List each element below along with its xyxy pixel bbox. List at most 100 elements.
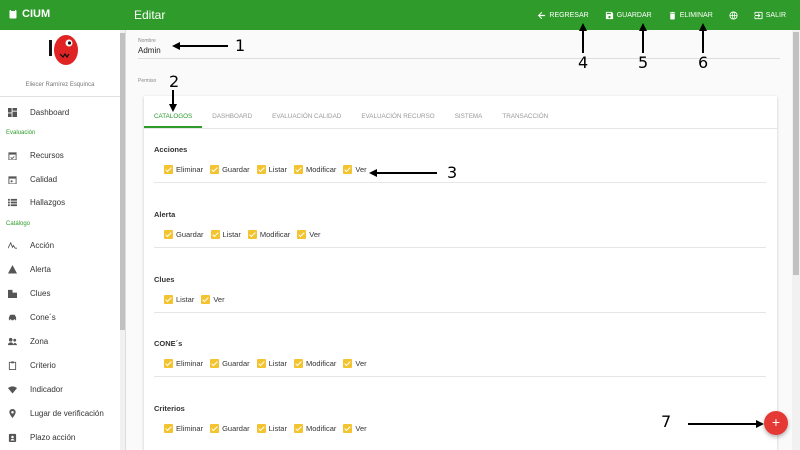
checkbox-box[interactable] <box>164 165 173 174</box>
checkbox-ver[interactable]: Ver <box>343 359 367 368</box>
checkbox-box[interactable] <box>256 359 266 368</box>
tab-evaluacion-recurso[interactable]: EVALUACIÓN RECURSO <box>351 108 444 128</box>
checkbox-ver[interactable]: Ver <box>343 165 367 174</box>
checkbox-modificar[interactable]: Modificar <box>293 165 336 174</box>
sidebar-item-lugar-verificacion[interactable]: Lugar de verificación <box>0 403 120 423</box>
checkbox-guardar[interactable]: Guardar <box>210 165 250 174</box>
annotation-5: 5 <box>638 53 649 72</box>
section-cones: CONE´s Eliminar Guardar Listar Modificar… <box>154 339 766 377</box>
sidebar-item-hallazgos[interactable]: Hallazgos <box>0 192 120 212</box>
list-icon <box>8 198 17 206</box>
section-alerta: Alerta Guardar Listar Modificar Ver <box>154 210 766 248</box>
checkbox-box[interactable] <box>164 424 173 433</box>
checkbox-eliminar[interactable]: Eliminar <box>164 424 203 433</box>
main-scroll-thumb[interactable] <box>793 32 799 275</box>
tab-bar: CATALOGOS DASHBOARD EVALUACIÓN CALIDAD E… <box>144 108 558 128</box>
sidebar-item-cones[interactable]: Cone´s <box>0 307 120 327</box>
section-divider <box>154 182 766 183</box>
annotation-7: 7 <box>661 412 672 431</box>
sidebar-item-criterio[interactable]: Criterio <box>0 355 120 375</box>
location-icon <box>9 408 16 418</box>
checkbox-box[interactable] <box>343 165 353 174</box>
trash-icon <box>669 11 675 19</box>
sidebar-item-indicador[interactable]: Indicador <box>0 379 120 399</box>
section-clues: Clues Listar Ver <box>154 275 766 313</box>
checkbox-box[interactable] <box>343 424 353 433</box>
permissions-card: CATALOGOS DASHBOARD EVALUACIÓN CALIDAD E… <box>144 96 777 450</box>
checkbox-box[interactable] <box>256 424 266 433</box>
sidebar-item-alerta[interactable]: Alerta <box>0 259 120 279</box>
calendar-check-icon <box>8 151 17 160</box>
checkbox-group: Guardar Listar Modificar Ver <box>164 230 321 239</box>
tab-evaluacion-calidad[interactable]: EVALUACIÓN CALIDAD <box>262 108 351 128</box>
sidebar: Eliecer Ramírez Esquinca Dashboard Evalu… <box>0 30 126 450</box>
tab-sistema[interactable]: SISTEMA <box>445 108 493 128</box>
checkbox-guardar[interactable]: Guardar <box>164 230 204 239</box>
checkbox-box[interactable] <box>164 295 173 304</box>
checkbox-listar[interactable]: Listar <box>256 165 287 174</box>
clipboard-icon <box>9 9 17 19</box>
guardar-button[interactable]: GUARDAR <box>605 11 652 20</box>
checkbox-listar[interactable]: Listar <box>210 230 241 239</box>
checkbox-box[interactable] <box>210 424 220 433</box>
sidebar-item-clues[interactable]: Clues <box>0 283 120 303</box>
checkbox-box[interactable] <box>210 359 220 368</box>
tab-transaccion[interactable]: TRANSACCIÓN <box>492 108 558 128</box>
add-button[interactable]: + <box>764 411 788 435</box>
sidebar-item-calidad[interactable]: Calidad <box>0 169 120 189</box>
regresar-button[interactable]: REGRESAR <box>537 11 589 20</box>
checkbox-box[interactable] <box>210 230 220 239</box>
calendar-icon <box>8 175 17 184</box>
checkbox-ver[interactable]: Ver <box>343 424 367 433</box>
checkbox-box[interactable] <box>293 424 303 433</box>
checkbox-box[interactable] <box>210 165 220 174</box>
toolbar: REGRESAR GUARDAR ELIMINAR SALIR <box>537 0 786 30</box>
sidebar-item-recursos[interactable]: Recursos <box>0 145 120 165</box>
checkbox-box[interactable] <box>293 165 303 174</box>
checkbox-box[interactable] <box>293 359 303 368</box>
tab-dashboard[interactable]: DASHBOARD <box>202 108 262 128</box>
section-acciones: Acciones Eliminar Guardar Listar Modific… <box>154 145 766 183</box>
sidebar-scrollbar[interactable] <box>120 30 125 450</box>
checkbox-box[interactable] <box>164 230 173 239</box>
page-title: Editar <box>134 8 166 22</box>
car-icon <box>8 314 17 321</box>
checkbox-eliminar[interactable]: Eliminar <box>164 165 203 174</box>
checkbox-ver[interactable]: Ver <box>297 230 321 239</box>
building-icon <box>8 289 17 298</box>
checkbox-box[interactable] <box>297 230 307 239</box>
tab-catalogos[interactable]: CATALOGOS <box>144 108 203 128</box>
sidebar-scroll-thumb[interactable] <box>120 33 125 330</box>
annotation-3: 3 <box>447 163 458 182</box>
checkbox-box[interactable] <box>164 359 173 368</box>
eliminar-button[interactable]: ELIMINAR <box>668 11 713 20</box>
brand[interactable]: CIUM <box>8 8 50 20</box>
sidebar-item-accion[interactable]: Acción <box>0 235 120 255</box>
checkbox-group: Eliminar Guardar Listar Modificar Ver <box>164 424 367 433</box>
section-divider <box>154 247 766 248</box>
logo <box>49 35 78 65</box>
checkbox-guardar[interactable]: Guardar <box>210 359 250 368</box>
checkbox-listar[interactable]: Listar <box>164 295 194 304</box>
checkbox-modificar[interactable]: Modificar <box>293 359 336 368</box>
checkbox-box[interactable] <box>343 359 353 368</box>
sidebar-item-dashboard[interactable]: Dashboard <box>0 102 120 122</box>
checkbox-box[interactable] <box>201 295 211 304</box>
checkbox-group: Eliminar Guardar Listar Modificar Ver <box>164 165 367 174</box>
checkbox-listar[interactable]: Listar <box>256 424 287 433</box>
annotation-2: 2 <box>169 72 180 91</box>
sidebar-item-zona[interactable]: Zona <box>0 331 120 351</box>
main-scrollbar[interactable] <box>792 30 800 450</box>
sidebar-item-plazo-accion[interactable]: Plazo acción <box>0 427 120 447</box>
checkbox-box[interactable] <box>247 230 257 239</box>
checkbox-box[interactable] <box>256 165 266 174</box>
checkbox-ver[interactable]: Ver <box>201 295 225 304</box>
checkbox-modificar[interactable]: Modificar <box>293 424 336 433</box>
exit-icon <box>754 11 763 19</box>
checkbox-modificar[interactable]: Modificar <box>247 230 290 239</box>
checkbox-listar[interactable]: Listar <box>256 359 287 368</box>
checkbox-eliminar[interactable]: Eliminar <box>164 359 203 368</box>
checkbox-guardar[interactable]: Guardar <box>210 424 250 433</box>
language-button[interactable] <box>729 10 738 20</box>
salir-button[interactable]: SALIR <box>754 11 786 20</box>
